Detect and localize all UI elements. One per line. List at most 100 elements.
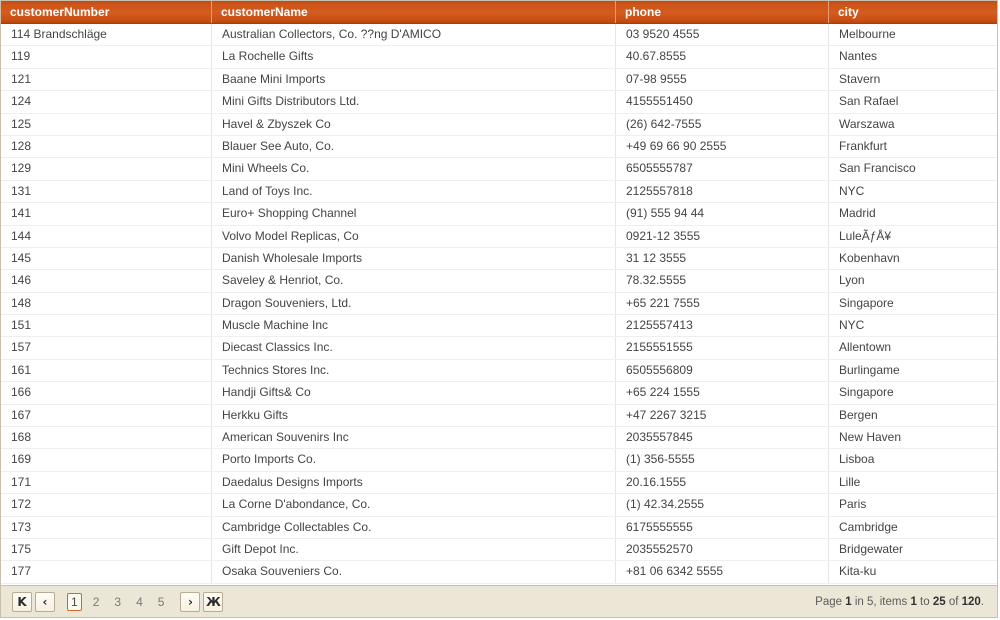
page-number-3[interactable]: 3 [110, 593, 125, 611]
cell-customername: Volvo Model Replicas, Co [212, 225, 616, 247]
table-row[interactable]: 161 Technics Stores Inc. 6505556809 Burling… [1, 359, 997, 383]
table-row[interactable]: 128 Blauer See Auto, Co. +49 69 66 90 2555… [1, 135, 997, 159]
page-number-4[interactable]: 4 [132, 593, 147, 611]
table-row[interactable]: 175 Gift Depot Inc. 2035552570 Bridgewater [1, 538, 997, 562]
grid-header-row: customerNumber customerName phone city [1, 1, 997, 24]
cell-customernumber: 169 [1, 449, 212, 471]
table-row[interactable]: 151 Muscle Machine Inc 2125557413 NYC [1, 315, 997, 338]
table-row[interactable]: 169 Porto Imports Co. (1) 356-5555 Lisboa [1, 449, 997, 472]
next-page-button[interactable]: › [180, 591, 201, 612]
cell-customernumber: 124 [1, 91, 212, 113]
cell-phone: (1) 42.34.2555 [616, 494, 829, 516]
cell-customername: La Rochelle Gifts [212, 46, 616, 68]
cell-customernumber: 119 [1, 46, 212, 68]
cell-customernumber: 141 [1, 203, 212, 225]
grid-footer: K ‹ 1 2 3 4 5 › Ж Page 1 in 5, items 1 t… [1, 585, 997, 617]
cell-phone: 6505556809 [616, 359, 829, 382]
cell-phone: 2155551555 [616, 337, 829, 359]
cell-city: Warszawa [839, 116, 895, 131]
data-grid: customerNumber customerName phone city 1… [0, 0, 998, 618]
table-row[interactable]: 172 La Corne D'abondance, Co. (1) 42.34.25… [1, 494, 997, 517]
cell-customernumber: 128 [1, 135, 212, 158]
cell-customernumber: 144 [1, 225, 212, 247]
table-row[interactable]: 157 Diecast Classics Inc. 2155551555 Allent… [1, 337, 997, 360]
cell-customernumber: 166 [1, 382, 212, 404]
cell-phone: 31 12 3555 [616, 247, 829, 270]
cell-phone: 03 9520 4555 [616, 24, 829, 46]
cell-phone: +65 224 1555 [616, 382, 829, 404]
column-header-customernumber[interactable]: customerNumber [1, 1, 212, 23]
column-header-customername[interactable]: customerName [212, 1, 616, 23]
cell-customername: Mini Gifts Distributors Ltd. [212, 91, 616, 113]
cell-customernumber: 129 [1, 158, 212, 180]
status-item-to: 25 [932, 595, 946, 608]
table-row[interactable]: 144 Volvo Model Replicas, Co 0921-12 3555 L… [1, 225, 997, 248]
cell-customernumber: 177 [1, 561, 212, 583]
cell-phone: 2035552570 [616, 538, 829, 561]
last-page-button[interactable]: Ж [203, 591, 224, 612]
page-number-1[interactable]: 1 [67, 592, 82, 611]
grid-body[interactable]: 114 Brandschläge Australian Collectors, C… [1, 24, 997, 585]
cell-customernumber: 171 [1, 471, 212, 494]
cell-customername: La Corne D'abondance, Co. [212, 494, 616, 516]
cell-customername: Gift Depot Inc. [212, 538, 616, 561]
table-row[interactable]: 141 Euro+ Shopping Channel (91) 555 94 44 M… [1, 203, 997, 226]
table-row[interactable]: 173 Cambridge Collectables Co. 6175555555 C… [1, 516, 997, 539]
status-mid3: of [945, 595, 962, 608]
cell-city: Lille [839, 474, 861, 489]
cell-phone: 07-98 9555 [616, 68, 829, 91]
table-row[interactable]: 121 Baane Mini Imports 07-98 9555 Stavern [1, 68, 997, 92]
cell-customername: Herkku Gifts [212, 404, 616, 427]
cell-city: Burlingame [839, 362, 900, 377]
table-row[interactable]: 171 Daedalus Designs Imports 20.16.1555 Lil… [1, 471, 997, 495]
table-row[interactable]: 119 La Rochelle Gifts 40.67.8555 Nantes [1, 46, 997, 69]
cell-customername: Euro+ Shopping Channel [212, 203, 616, 225]
cell-city: Melbourne [839, 27, 896, 41]
cell-city: Madrid [839, 206, 876, 221]
table-row[interactable]: 114 Brandschläge Australian Collectors, C… [1, 24, 997, 47]
cell-customername: Osaka Souveniers Co. [212, 561, 616, 583]
cell-phone: (1) 356-5555 [616, 449, 829, 471]
column-header-phone[interactable]: phone [616, 1, 829, 23]
cell-customernumber: 145 [1, 247, 212, 270]
cell-customernumber: 172 [1, 494, 212, 516]
table-row[interactable]: 125 Havel & Zbyszek Co (26) 642-7555 Warsza… [1, 113, 997, 136]
status-total-items: 120 [961, 595, 981, 608]
cell-city: Lisboa [839, 452, 875, 467]
cell-city: Stavern [839, 71, 881, 86]
table-row[interactable]: 124 Mini Gifts Distributors Ltd. 415555145… [1, 91, 997, 114]
previous-page-button[interactable]: ‹ [35, 591, 55, 612]
table-row[interactable]: 131 Land of Toys Inc. 2125557818 NYC [1, 180, 997, 204]
cell-customername: Daedalus Designs Imports [212, 471, 616, 494]
cell-phone: 78.32.5555 [616, 270, 829, 292]
cell-phone: (91) 555 94 44 [616, 203, 829, 225]
table-row[interactable]: 168 American Souvenirs Inc 2035557845 New H… [1, 427, 997, 450]
cell-city: Cambridge [839, 519, 898, 534]
pagination-status: Page 1 in 5, items 1 to 25 of 120. [815, 596, 987, 608]
cell-city: Kobenhavn [839, 250, 900, 265]
page-number-2[interactable]: 2 [89, 593, 104, 611]
table-row[interactable]: 166 Handji Gifts& Co +65 224 1555 Singapore [1, 382, 997, 405]
first-page-button[interactable]: K [12, 591, 32, 612]
cell-customername: Cambridge Collectables Co. [212, 516, 616, 538]
table-row[interactable]: 177 Osaka Souveniers Co. +81 06 6342 5555 K… [1, 561, 997, 584]
cell-phone: (26) 642-7555 [616, 113, 829, 135]
cell-customername: Mini Wheels Co. [212, 158, 616, 180]
page-number-5[interactable]: 5 [154, 593, 169, 611]
cell-customername: American Souvenirs Inc [212, 427, 616, 449]
cell-customernumber: 175 [1, 538, 212, 561]
cell-customernumber: 167 [1, 404, 212, 427]
table-row[interactable]: 146 Saveley & Henriot, Co. 78.32.5555 Lyon [1, 270, 997, 293]
cell-city: Allentown [839, 340, 892, 355]
table-row[interactable]: 145 Danish Wholesale Imports 31 12 3555 Kob… [1, 247, 997, 271]
cell-customername: Havel & Zbyszek Co [212, 113, 616, 135]
table-row[interactable]: 167 Herkku Gifts +47 2267 3215 Bergen [1, 404, 997, 428]
cell-city: Bergen [839, 407, 878, 422]
table-row[interactable]: 129 Mini Wheels Co. 6505555787 San Francisc… [1, 158, 997, 181]
column-header-city[interactable]: city [829, 1, 997, 23]
cell-customernumber: 121 [1, 68, 212, 91]
pagination-controls[interactable]: K ‹ 1 2 3 4 5 › Ж [12, 591, 224, 612]
cell-customername: Saveley & Henriot, Co. [212, 270, 616, 292]
cell-customernumber: 161 [1, 359, 212, 382]
table-row[interactable]: 148 Dragon Souveniers, Ltd. +65 221 7555 Si… [1, 292, 997, 316]
